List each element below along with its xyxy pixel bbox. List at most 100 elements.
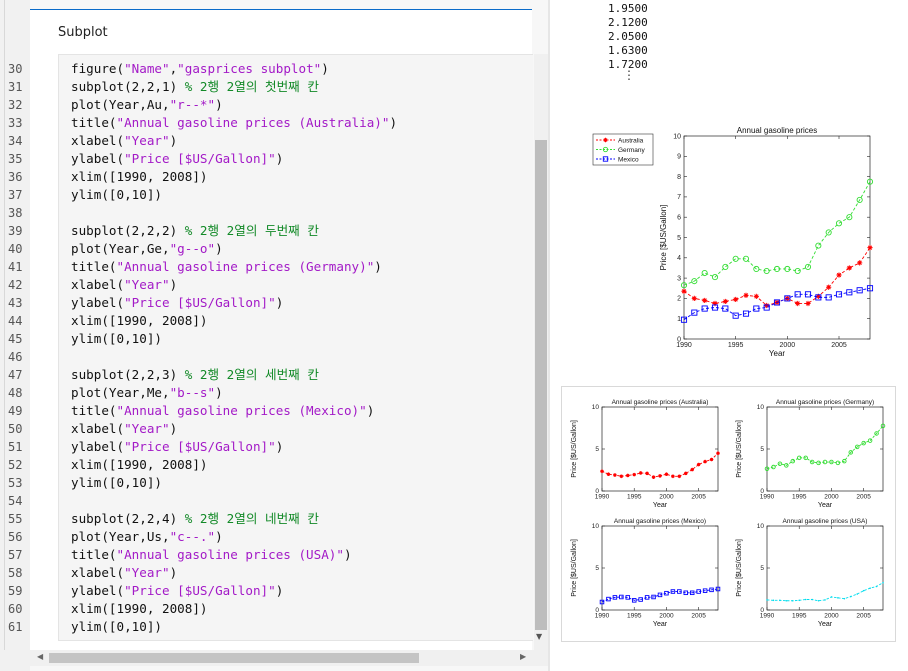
code-string: "b--s"	[169, 385, 216, 400]
y-tick-label: 0	[595, 488, 599, 495]
x-tick-label: 1995	[728, 342, 744, 349]
code-line[interactable]: ylabel("Price [$US/Gallon]")	[71, 294, 283, 312]
code-line[interactable]: xlabel("Year")	[71, 132, 177, 150]
line-number: 60	[8, 602, 23, 616]
code-line[interactable]: ylim([0,10])	[71, 330, 162, 348]
subplot-usa[interactable]: Annual gasoline prices (USA)1990 1995 2000…	[727, 511, 892, 633]
chart-title: Annual gasoline prices (Australia)	[612, 399, 709, 406]
code-line[interactable]: xlabel("Year")	[71, 420, 177, 438]
code-comment: % 2행 2열의 두번째 칸	[184, 223, 319, 238]
line-number: 53	[8, 476, 23, 490]
axes-box	[601, 406, 719, 492]
code-line[interactable]: plot(Year,Us,"c--.")	[71, 528, 223, 546]
code-text: ylabel(	[71, 439, 125, 454]
scroll-right-arrow-icon[interactable]: ▶	[520, 652, 526, 661]
code-line[interactable]: figure("Name","gasprices subplot")	[71, 60, 329, 78]
code-line[interactable]: subplot(2,2,4) % 2행 2열의 네번째 칸	[71, 510, 319, 528]
code-text: )	[275, 295, 284, 310]
data-point	[791, 599, 794, 602]
chart-title: Annual gasoline prices (Mexico)	[614, 518, 706, 525]
line-number: 37	[8, 188, 23, 202]
line-number: 43	[8, 296, 23, 310]
code-line[interactable]: xlim([1990, 2008])	[71, 600, 207, 618]
subplot-mexico[interactable]: Annual gasoline prices (Mexico)1990 1995 2…	[562, 511, 727, 633]
code-text: ylim([0,10])	[71, 475, 162, 490]
code-line[interactable]: title("Annual gasoline prices (Australia…	[71, 114, 397, 132]
code-line[interactable]: plot(Year,Ge,"g--o")	[71, 240, 223, 258]
code-line[interactable]: subplot(2,2,2) % 2행 2열의 두번째 칸	[71, 222, 319, 240]
code-line[interactable]: plot(Year,Me,"b--s")	[71, 384, 223, 402]
line-number: 58	[8, 566, 23, 580]
data-point	[779, 599, 781, 602]
legend-label: Germany	[618, 147, 645, 154]
code-line[interactable]: title("Annual gasoline prices (Germany)"…	[71, 258, 382, 276]
y-tick-label: 10	[757, 523, 765, 530]
data-point	[753, 293, 759, 299]
code-line[interactable]: title("Annual gasoline prices (USA)")	[71, 546, 352, 564]
x-tick-label: 1995	[792, 613, 807, 620]
code-line[interactable]: ylabel("Price [$US/Gallon]")	[71, 582, 283, 600]
data-point	[849, 595, 852, 598]
y-axis-label: Price [$US/Gallon]	[659, 205, 668, 271]
data-point	[830, 596, 833, 598]
data-point	[772, 599, 775, 602]
legend-label: Australia	[618, 138, 644, 145]
code-line[interactable]: ylabel("Price [$US/Gallon]")	[71, 150, 283, 168]
code-line[interactable]: ylabel("Price [$US/Gallon]")	[71, 438, 283, 456]
x-tick-label: 2005	[856, 613, 871, 620]
vertical-scrollbar-thumb[interactable]	[535, 140, 547, 630]
line-number: 48	[8, 386, 23, 400]
code-line[interactable]: xlabel("Year")	[71, 276, 177, 294]
code-line[interactable]: xlim([1990, 2008])	[71, 456, 207, 474]
code-text: xlabel(	[71, 277, 125, 292]
code-text: figure(	[71, 61, 125, 76]
line-number: 57	[8, 548, 23, 562]
y-tick-label: 0	[760, 607, 764, 614]
x-tick-label: 1995	[792, 494, 807, 501]
y-tick-label: 10	[592, 523, 600, 530]
line-number: 54	[8, 494, 23, 508]
line-number: 41	[8, 260, 23, 274]
y-tick-label: 2	[677, 296, 681, 303]
line-number: 46	[8, 350, 23, 364]
code-line[interactable]: ylim([0,10])	[71, 474, 162, 492]
code-string: "Annual gasoline prices (Germany)"	[116, 259, 375, 274]
code-line[interactable]: subplot(2,2,3) % 2행 2열의 세번째 칸	[71, 366, 319, 384]
gutter-edge	[4, 0, 5, 650]
code-line[interactable]: title("Annual gasoline prices (Mexico)")	[71, 402, 374, 420]
y-tick-label: 5	[595, 446, 599, 453]
code-line[interactable]: ylim([0,10])	[71, 186, 162, 204]
code-line[interactable]: xlim([1990, 2008])	[71, 312, 207, 330]
code-string: "r--*"	[169, 97, 216, 112]
scroll-down-arrow-icon[interactable]: ▼	[536, 632, 542, 641]
data-point	[824, 599, 826, 601]
line-number: 51	[8, 440, 23, 454]
code-string: "gasprices subplot"	[177, 61, 322, 76]
code-line[interactable]: subplot(2,2,1) % 2행 2열의 첫번째 칸	[71, 78, 319, 96]
main-figure[interactable]: Annual gasoline prices1990 1995 2000 200501…	[585, 120, 885, 365]
code-text: )	[366, 403, 375, 418]
code-line[interactable]: ylim([0,10])	[71, 618, 162, 636]
subplot-germany[interactable]: Annual gasoline prices (Germany)1990 1995…	[727, 392, 892, 514]
code-comment: % 2행 2열의 첫번째 칸	[184, 79, 319, 94]
data-point	[846, 265, 852, 271]
scroll-left-arrow-icon[interactable]: ◀	[37, 652, 43, 661]
y-axis-label: Price [$US/Gallon]	[736, 420, 743, 478]
line-number: 32	[8, 98, 23, 112]
data-point	[798, 599, 801, 602]
output-value: 1.9500	[608, 2, 648, 15]
data-point	[658, 474, 662, 478]
x-axis-label: Year	[653, 502, 668, 509]
subplot-australia[interactable]: Annual gasoline prices (Australia)1990 19…	[562, 392, 727, 514]
code-line[interactable]: plot(Year,Au,"r--*")	[71, 96, 223, 114]
x-tick-label: 2000	[824, 494, 839, 501]
code-string: "Annual gasoline prices (Mexico)"	[116, 403, 367, 418]
code-line[interactable]: xlim([1990, 2008])	[71, 168, 207, 186]
code-text: plot(Year,Me,	[71, 385, 170, 400]
code-text: xlabel(	[71, 565, 125, 580]
x-tick-label: 2005	[831, 342, 847, 349]
code-line[interactable]: xlabel("Year")	[71, 564, 177, 582]
line-number: 42	[8, 278, 23, 292]
x-axis-label: Year	[653, 621, 668, 628]
horizontal-scrollbar-thumb[interactable]	[49, 653, 419, 663]
